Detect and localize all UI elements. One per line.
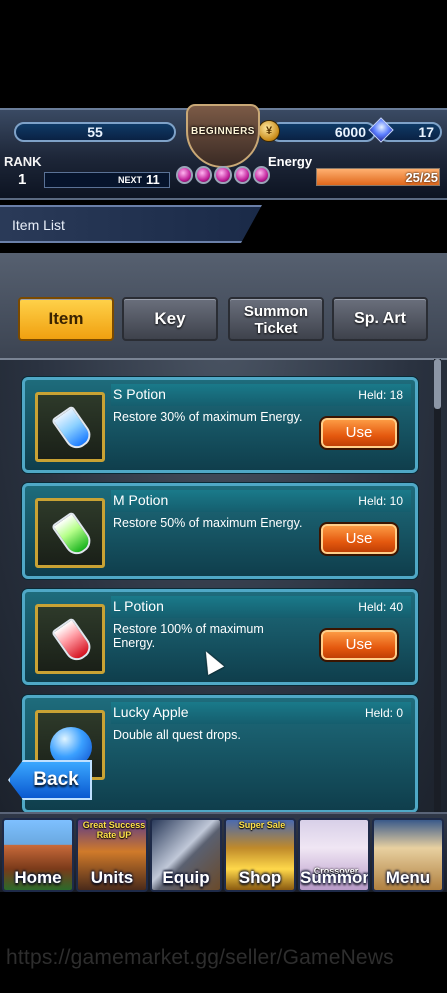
nav-equip-button[interactable]: Equip (150, 818, 222, 892)
page-title: Item List (12, 217, 65, 233)
item-description: Restore 30% of maximum Energy. (113, 410, 303, 424)
orb-icon (233, 166, 251, 184)
blue-potion-icon (50, 405, 96, 453)
watermark-text: https://gamemarket.gg/seller/GameNews (6, 946, 394, 969)
item-description: Restore 50% of maximum Energy. (113, 516, 303, 530)
status-bar: 55 6000 ¥ 17 BEGINNERS RANK 1 NEXT 11 En… (0, 104, 447, 200)
bottom-nav: Home Great Success Rate UP Units Equip S… (0, 812, 447, 892)
tab-summon-ticket-label-line2: Ticket (254, 320, 298, 337)
tab-bar: Item Key Summon Ticket Sp. Art (0, 253, 447, 360)
item-icon-frame (35, 498, 105, 568)
nav-shop-label: Shop (238, 868, 282, 887)
nav-home-label: Home (14, 868, 62, 887)
beginners-emblem[interactable]: BEGINNERS (176, 104, 271, 200)
next-value: 11 (146, 172, 160, 187)
use-button[interactable]: Use (319, 522, 399, 556)
rank-value: 1 (18, 171, 27, 188)
red-potion-icon (50, 617, 96, 665)
item-name: L Potion (113, 598, 164, 614)
tab-item-label: Item (48, 309, 84, 328)
item-icon-frame (35, 604, 105, 674)
nav-summon-button[interactable]: Crossover Summon (298, 818, 370, 892)
energy-label: Energy (268, 154, 313, 169)
energy-value: 25/25 (405, 170, 438, 185)
item-held-count: Held: 40 (358, 600, 403, 614)
green-potion-icon (50, 511, 96, 559)
back-button[interactable]: Back (8, 760, 92, 800)
nav-menu-label: Menu (385, 868, 431, 887)
item-name: S Potion (113, 386, 166, 402)
nav-units-button[interactable]: Great Success Rate UP Units (76, 818, 148, 892)
emblem-label: BEGINNERS (191, 126, 255, 137)
stamina-counter: 55 (14, 122, 176, 142)
item-description: Double all quest drops. (113, 728, 241, 742)
item-held-count: Held: 0 (364, 706, 403, 720)
nav-home-button[interactable]: Home (2, 818, 74, 892)
gold-counter: 6000 (270, 122, 376, 142)
nav-units-label: Units (90, 868, 134, 887)
item-name: M Potion (113, 492, 169, 508)
title-bar: Item List (0, 205, 262, 243)
orb-row (176, 166, 271, 188)
orb-icon (214, 166, 232, 184)
item-held-count: Held: 10 (358, 494, 403, 508)
next-label: NEXT (118, 175, 143, 185)
tab-sp-art-label: Sp. Art (354, 310, 406, 327)
tab-sp-art[interactable]: Sp. Art (332, 297, 428, 341)
units-badge: Great Success Rate UP (82, 820, 146, 840)
nav-shop-button[interactable]: Super Sale Shop (224, 818, 296, 892)
shop-badge: Super Sale (238, 820, 286, 830)
scrollbar[interactable] (434, 359, 441, 813)
tab-key[interactable]: Key (122, 297, 218, 341)
nav-menu-button[interactable]: Menu (372, 818, 444, 892)
use-button[interactable]: Use (319, 628, 399, 662)
tab-summon-ticket-label-line1: Summon (243, 303, 309, 320)
nav-equip-label: Equip (162, 868, 210, 887)
item-card-m-potion: M Potion Held: 10 Restore 50% of maximum… (22, 483, 418, 579)
item-card-s-potion: S Potion Held: 18 Restore 30% of maximum… (22, 377, 418, 473)
item-name: Lucky Apple (113, 704, 189, 720)
orb-icon (176, 166, 194, 184)
nav-summon-label: Summon (300, 868, 370, 887)
tab-key-label: Key (154, 309, 186, 328)
item-description: Restore 100% of maximum Energy. (113, 622, 264, 650)
game-screen: 55 6000 ¥ 17 BEGINNERS RANK 1 NEXT 11 En… (0, 0, 447, 993)
item-panel: Item Key Summon Ticket Sp. Art S Potion … (0, 253, 447, 813)
item-held-count: Held: 18 (358, 388, 403, 402)
rank-label: RANK (4, 154, 42, 169)
tab-item[interactable]: Item (18, 297, 114, 341)
item-card-l-potion: L Potion Held: 40 Restore 100% of maximu… (22, 589, 418, 685)
use-button[interactable]: Use (319, 416, 399, 450)
tab-summon-ticket[interactable]: Summon Ticket (228, 297, 324, 341)
orb-icon (195, 166, 213, 184)
item-icon-frame (35, 392, 105, 462)
scrollbar-thumb[interactable] (434, 359, 441, 409)
